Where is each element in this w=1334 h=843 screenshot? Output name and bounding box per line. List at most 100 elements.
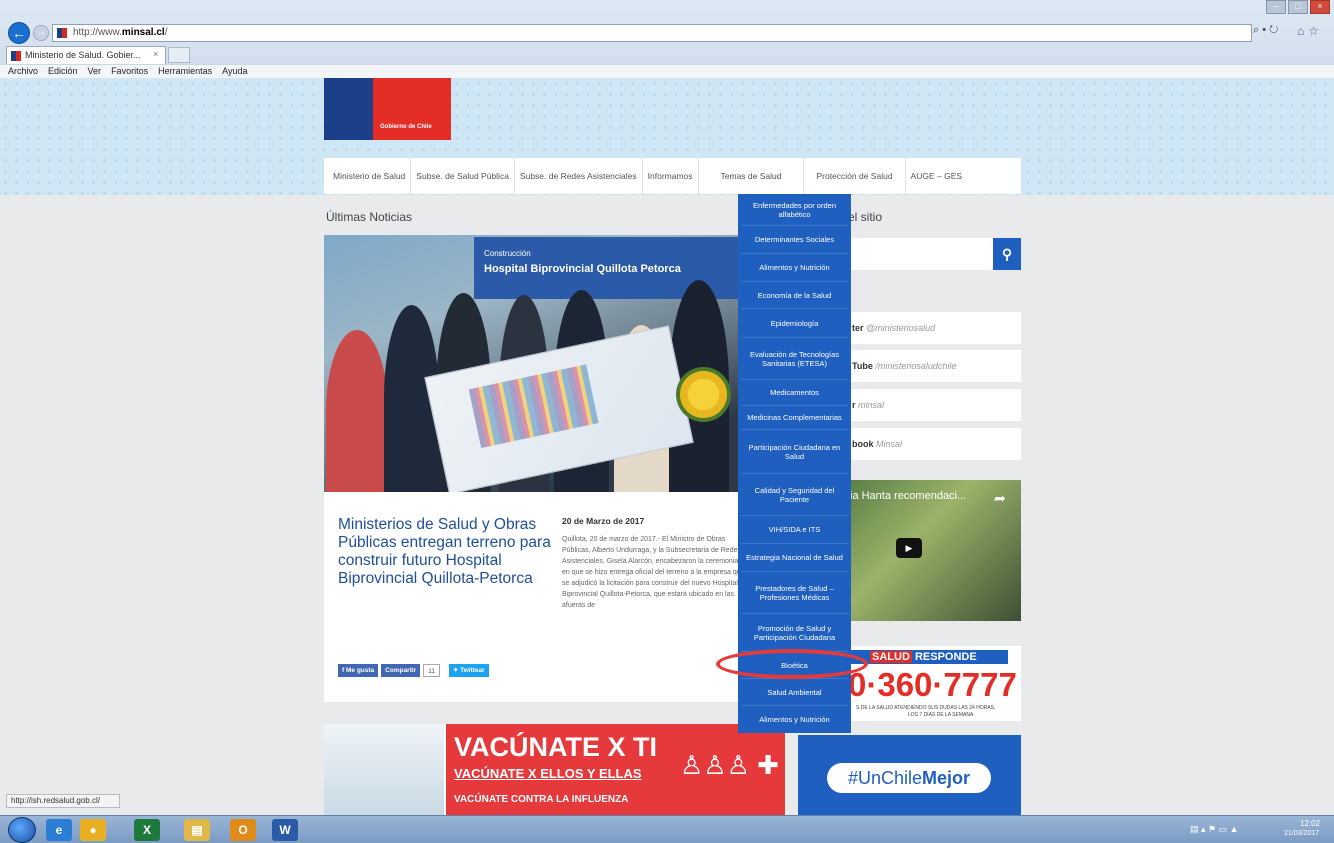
twitter-button[interactable]: ✦ Twittear — [448, 664, 489, 677]
dropdown-item-etesa[interactable]: Evaluación de Tecnologías Sanitarias (ET… — [741, 338, 848, 380]
youtube-handle: /ministeriosaludchile — [875, 361, 957, 371]
browser-tab[interactable]: Ministerio de Salud. Gobier... × — [6, 46, 166, 64]
menu-herramientas[interactable]: Herramientas — [158, 65, 212, 78]
salud-responde-subtext2: LOS 7 DÍAS DE LA SEMANA — [908, 712, 974, 718]
dropdown-item-alimentos-2[interactable]: Alimentos y Nutrición — [741, 706, 848, 733]
vaccination-red-panel: VACÚNATE X TI VACÚNATE X ELLOS Y ELLAS V… — [446, 724, 785, 815]
dropdown-item-economia[interactable]: Economía de la Salud — [741, 282, 848, 309]
address-prefix: http://www. — [73, 27, 122, 38]
video-play-icon[interactable]: ▶ — [896, 538, 922, 558]
video-share-icon[interactable]: ➦ — [994, 490, 1006, 507]
dropdown-item-determinantes[interactable]: Determinantes Sociales — [741, 226, 848, 254]
facebook-handle: Minsal — [876, 439, 903, 449]
nav-proteccion-de-salud[interactable]: Protección de Salud — [804, 158, 904, 194]
vaccination-headline: VACÚNATE X TI — [454, 732, 658, 762]
word-icon[interactable]: W — [272, 819, 298, 841]
person-figure — [326, 330, 388, 492]
facebook-label: book — [852, 439, 874, 449]
tab-close-icon[interactable]: × — [153, 49, 158, 59]
news-card: Ministerios de Salud y Obras Públicas en… — [324, 492, 751, 702]
search-icon[interactable]: ⚲ — [993, 238, 1021, 270]
dropdown-item-epidemiologia[interactable]: Epidemiología — [741, 309, 848, 338]
dropdown-item-salud-ambiental[interactable]: Salud Ambiental — [741, 679, 848, 706]
logo-text: Gobierno de Chile — [380, 124, 432, 130]
nav-temas-de-salud[interactable]: Temas de Salud — [698, 158, 804, 194]
menu-ver[interactable]: Ver — [88, 65, 102, 78]
salud-responde-b: RESPONDE — [914, 651, 977, 663]
dropdown-item-promocion[interactable]: Promoción de Salud y Participación Ciuda… — [741, 614, 848, 652]
nav-auge-ges[interactable]: AUGE – GES — [906, 158, 968, 194]
salud-responde-banner[interactable]: SALUD RESPONDE 0·360·7777 S DE LA SALUD … — [848, 646, 1021, 721]
facebook-link[interactable]: book Minsal — [848, 428, 1021, 460]
address-search-refresh[interactable]: ⌕ • ↻ — [1253, 24, 1278, 37]
twitter-label: ter — [852, 323, 864, 333]
home-star-icons[interactable]: ⌂☆ — [1297, 24, 1323, 38]
nav-informamos[interactable]: Informamos — [643, 158, 698, 194]
menu-ayuda[interactable]: Ayuda — [222, 65, 247, 78]
dropdown-item-prestadores[interactable]: Prestadores de Salud – Profesiones Médic… — [741, 572, 848, 614]
twitter-link[interactable]: ter @ministeriosalud — [848, 312, 1021, 344]
chrome-icon[interactable]: ● — [80, 819, 106, 841]
outlook-icon[interactable]: O — [230, 819, 256, 841]
dropdown-item-enfermedades[interactable]: Enfermedades por orden alfabético — [741, 194, 848, 226]
search-input[interactable] — [848, 238, 993, 270]
dropdown-item-alimentos[interactable]: Alimentos y Nutrición — [741, 254, 848, 282]
nav-ministerio-de-salud[interactable]: Ministerio de Salud — [328, 158, 410, 194]
new-tab-button[interactable] — [168, 47, 190, 63]
web-page: Gobierno de Chile Ministerio de Salud Su… — [0, 78, 1334, 815]
plan-colored-blocks — [468, 364, 599, 449]
menu-archivo[interactable]: Archivo — [8, 65, 38, 78]
salud-responde-subtext: S DE LA SALUD ATENDIENDO SUS DUDAS LAS 2… — [856, 705, 996, 711]
close-window-button[interactable]: × — [1310, 0, 1330, 14]
flickr-handle: minsal — [858, 400, 885, 410]
menu-edicion[interactable]: Edición — [48, 65, 78, 78]
like-label: Me gusta — [345, 667, 375, 674]
youtube-label: Tube — [852, 361, 873, 371]
family-syringe-icon: ♙♙♙ ✚ — [680, 750, 779, 780]
tab-favicon-icon — [11, 51, 21, 61]
video-embed[interactable]: ia Hanta recomendaci... ➦ ▶ — [848, 480, 1021, 621]
minimize-button[interactable]: – — [1266, 0, 1286, 14]
folder-icon[interactable]: ▤ — [184, 819, 210, 841]
dropdown-item-medicamentos[interactable]: Medicamentos — [741, 380, 848, 406]
unchile-pill: #UnChileMejor — [827, 763, 991, 793]
flower-bouquet — [676, 367, 731, 422]
dropdown-item-calidad[interactable]: Calidad y Seguridad del Paciente — [741, 474, 848, 516]
facebook-like-button[interactable]: f Me gusta — [338, 664, 379, 677]
youtube-link[interactable]: Tube /ministeriosaludchile — [848, 350, 1021, 382]
system-tray-icons[interactable]: ▤ ▴ ⚑ ▭ ▲ — [1190, 824, 1239, 835]
dropdown-item-medicinas-complementarias[interactable]: Medicinas Complementarias — [741, 406, 848, 430]
nav-subse-salud-publica[interactable]: Subse. de Salud Pública — [411, 158, 514, 194]
hero-banner-small-text: Construcción — [484, 249, 531, 258]
unchile-mejor-banner[interactable]: #UnChileMejor — [798, 735, 1021, 815]
address-domain: minsal.cl — [121, 27, 165, 38]
search-site-label: el sitio — [848, 210, 883, 224]
news-hero-image[interactable]: Construcción Hospital Biprovincial Quill… — [324, 235, 751, 492]
bioetica-highlight-ring — [716, 649, 868, 679]
logo-red-block — [373, 78, 451, 140]
nav-subse-redes-asistenciales[interactable]: Subse. de Redes Asistenciales — [515, 158, 642, 194]
facebook-share-button[interactable]: Compartir — [381, 664, 421, 677]
dropdown-item-vih[interactable]: VIH/SIDA e ITS — [741, 516, 848, 544]
maximize-button[interactable]: □ — [1288, 0, 1308, 14]
menu-favoritos[interactable]: Favoritos — [111, 65, 148, 78]
clock-time[interactable]: 12:02 — [1300, 819, 1320, 828]
gobierno-logo[interactable]: Gobierno de Chile — [324, 78, 451, 140]
vaccination-banner[interactable]: VACÚNATE X TI VACÚNATE X ELLOS Y ELLAS V… — [324, 724, 785, 815]
address-url[interactable]: http://www.minsal.cl/ — [73, 27, 168, 38]
excel-icon[interactable]: X — [134, 819, 160, 841]
video-title: ia Hanta recomendaci... — [850, 490, 967, 502]
dropdown-item-estrategia[interactable]: Estrategia Nacional de Salud — [741, 544, 848, 572]
start-button[interactable] — [8, 817, 36, 843]
internet-explorer-icon[interactable]: e — [46, 819, 72, 841]
news-summary: Quillota, 20 de marzo de 2017.- El Minis… — [562, 536, 745, 609]
clock-date[interactable]: 21/03/2017 — [1284, 830, 1319, 837]
tab-title: Ministerio de Salud. Gobier... — [25, 50, 141, 60]
flickr-link[interactable]: r minsal — [848, 389, 1021, 421]
forward-button[interactable]: → — [33, 25, 49, 41]
back-button[interactable]: ← — [8, 22, 30, 44]
unchile-text-b: Mejor — [922, 768, 971, 788]
dropdown-item-participacion[interactable]: Participación Ciudadana en Salud — [741, 430, 848, 474]
news-headline[interactable]: Ministerios de Salud y Obras Públicas en… — [338, 516, 553, 588]
address-bar[interactable]: http://www.minsal.cl/ — [52, 24, 1252, 42]
